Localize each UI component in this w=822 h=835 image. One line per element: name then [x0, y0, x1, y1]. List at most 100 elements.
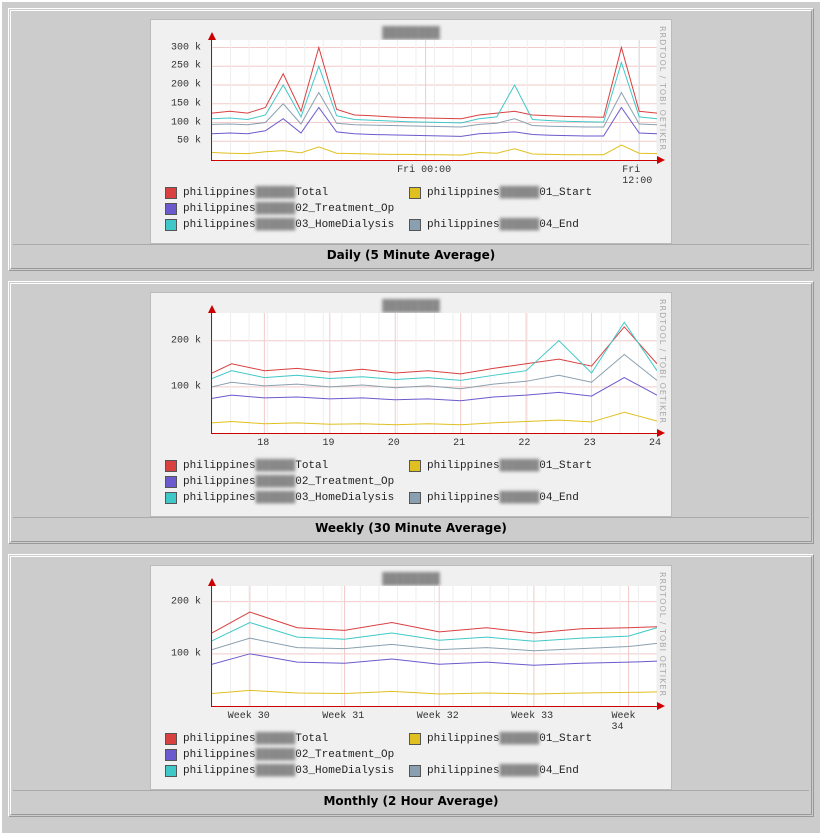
- legend-swatch-icon: [409, 765, 421, 777]
- series-line-01_Start: [212, 412, 657, 424]
- x-tick-label: Fri 12:00: [622, 165, 652, 187]
- legend-item-04_End: philippines ██████ 04_End: [409, 490, 653, 506]
- legend-series-name: 04_End: [539, 490, 579, 506]
- legend-prefix: philippines: [427, 763, 500, 779]
- x-axis-arrow-icon: [657, 429, 665, 437]
- legend-obscured: ██████: [256, 458, 296, 474]
- series-line-02_Treatment_Op: [212, 378, 657, 401]
- legend-swatch-icon: [165, 765, 177, 777]
- legend-obscured: ██████: [256, 490, 296, 506]
- legend-item-02_Treatment_Op: philippines ██████ 02_Treatment_Op: [165, 747, 409, 763]
- y-axis-arrow-icon: [208, 32, 216, 40]
- legend-swatch-icon: [165, 187, 177, 199]
- legend-obscured: ██████: [500, 185, 540, 201]
- y-axis-ticks: 100 k 200 k: [151, 313, 205, 433]
- x-tick-label: Week 31: [322, 711, 364, 722]
- series-line-01_Start: [212, 145, 657, 155]
- rrdtool-credit: RRDTOOL / TOBI OETIKER: [657, 572, 667, 783]
- legend-swatch-icon: [165, 733, 177, 745]
- legend-prefix: philippines: [427, 217, 500, 233]
- panels-host: ████████ RRDTOOL / TOBI OETIKER 50 k100 …: [8, 8, 814, 817]
- y-axis-ticks: 100 k 200 k: [151, 586, 205, 706]
- panel-caption: Daily (5 Minute Average): [13, 244, 809, 266]
- series-line-Total: [212, 327, 657, 374]
- legend-item-03_HomeDialysis: philippines ██████ 03_HomeDialysis: [165, 763, 409, 779]
- legend-obscured: ██████: [256, 474, 296, 490]
- y-tick-label: 300 k: [171, 42, 201, 53]
- legend-prefix: philippines: [183, 185, 256, 201]
- series-line-03_HomeDialysis: [212, 63, 657, 123]
- series-line-Total: [212, 612, 657, 633]
- series-line-02_Treatment_Op: [212, 654, 657, 665]
- legend-obscured: ██████: [256, 747, 296, 763]
- plot-area: [211, 313, 657, 434]
- y-tick-label: 100 k: [171, 648, 201, 659]
- legend-item-02_Treatment_Op: philippines ██████ 02_Treatment_Op: [165, 474, 409, 490]
- legend-item-Total: philippines ██████ Total: [165, 185, 409, 201]
- legend-series-name: Total: [295, 458, 328, 474]
- page-root: ████████ RRDTOOL / TOBI OETIKER 50 k100 …: [0, 0, 822, 835]
- x-tick-label: Week 34: [611, 711, 641, 733]
- legend-item-01_Start: philippines ██████ 01_Start: [409, 185, 653, 201]
- legend-obscured: ██████: [256, 201, 296, 217]
- x-axis-ticks: Fri 00:00Fri 12:00: [211, 165, 657, 179]
- y-tick-label: 150 k: [171, 98, 201, 109]
- legend-series-name: 02_Treatment_Op: [295, 201, 394, 217]
- x-tick-label: Week 30: [228, 711, 270, 722]
- legend-swatch-icon: [165, 203, 177, 215]
- x-tick-label: Fri 00:00: [397, 165, 451, 176]
- series-line-03_HomeDialysis: [212, 623, 657, 642]
- legend-item-03_HomeDialysis: philippines ██████ 03_HomeDialysis: [165, 490, 409, 506]
- legend-swatch-icon: [165, 476, 177, 488]
- legend-prefix: philippines: [183, 201, 256, 217]
- legend: philippines ██████ Totalphilippines ████…: [151, 725, 671, 789]
- y-tick-label: 100 k: [171, 381, 201, 392]
- legend-swatch-icon: [409, 219, 421, 231]
- legend-series-name: 03_HomeDialysis: [295, 763, 394, 779]
- legend-item-04_End: philippines ██████ 04_End: [409, 763, 653, 779]
- legend-obscured: ██████: [500, 731, 540, 747]
- legend-prefix: philippines: [427, 731, 500, 747]
- chart-canvas: ████████ RRDTOOL / TOBI OETIKER 100 k200…: [150, 292, 672, 517]
- legend-prefix: philippines: [183, 458, 256, 474]
- y-tick-label: 200 k: [171, 335, 201, 346]
- chart-canvas: ████████ RRDTOOL / TOBI OETIKER 50 k100 …: [150, 19, 672, 244]
- legend-swatch-icon: [409, 733, 421, 745]
- x-tick-label: 18: [257, 438, 269, 449]
- legend-item-Total: philippines ██████ Total: [165, 731, 409, 747]
- x-tick-label: Week 32: [417, 711, 459, 722]
- x-axis-arrow-icon: [657, 702, 665, 710]
- y-tick-label: 200 k: [171, 596, 201, 607]
- legend-item-01_Start: philippines ██████ 01_Start: [409, 458, 653, 474]
- legend-item-04_End: philippines ██████ 04_End: [409, 217, 653, 233]
- y-axis-arrow-icon: [208, 305, 216, 313]
- x-axis-ticks: 18192021222324: [211, 438, 657, 452]
- x-tick-label: 19: [323, 438, 335, 449]
- legend-prefix: philippines: [183, 731, 256, 747]
- x-axis-arrow-icon: [657, 156, 665, 164]
- plot-area: [211, 586, 657, 707]
- legend-obscured: ██████: [256, 185, 296, 201]
- chart-panel-monthly: ████████ RRDTOOL / TOBI OETIKER 100 k200…: [8, 554, 814, 817]
- x-tick-label: 23: [584, 438, 596, 449]
- legend-prefix: philippines: [183, 217, 256, 233]
- legend: philippines ██████ Totalphilippines ████…: [151, 179, 671, 243]
- legend-item-03_HomeDialysis: philippines ██████ 03_HomeDialysis: [165, 217, 409, 233]
- legend-series-name: Total: [295, 731, 328, 747]
- legend-item-Total: philippines ██████ Total: [165, 458, 409, 474]
- legend-series-name: 01_Start: [539, 731, 592, 747]
- rrdtool-credit: RRDTOOL / TOBI OETIKER: [657, 299, 667, 510]
- legend-prefix: philippines: [427, 458, 500, 474]
- legend-prefix: philippines: [427, 185, 500, 201]
- legend-series-name: 02_Treatment_Op: [295, 474, 394, 490]
- legend-prefix: philippines: [183, 763, 256, 779]
- legend-prefix: philippines: [183, 747, 256, 763]
- legend-series-name: 01_Start: [539, 458, 592, 474]
- legend-obscured: ██████: [500, 490, 540, 506]
- legend-swatch-icon: [409, 460, 421, 472]
- chart-panel-daily: ████████ RRDTOOL / TOBI OETIKER 50 k100 …: [8, 8, 814, 271]
- y-tick-label: 100 k: [171, 117, 201, 128]
- series-svg: [212, 313, 657, 433]
- legend-obscured: ██████: [500, 217, 540, 233]
- legend-item-02_Treatment_Op: philippines ██████ 02_Treatment_Op: [165, 201, 409, 217]
